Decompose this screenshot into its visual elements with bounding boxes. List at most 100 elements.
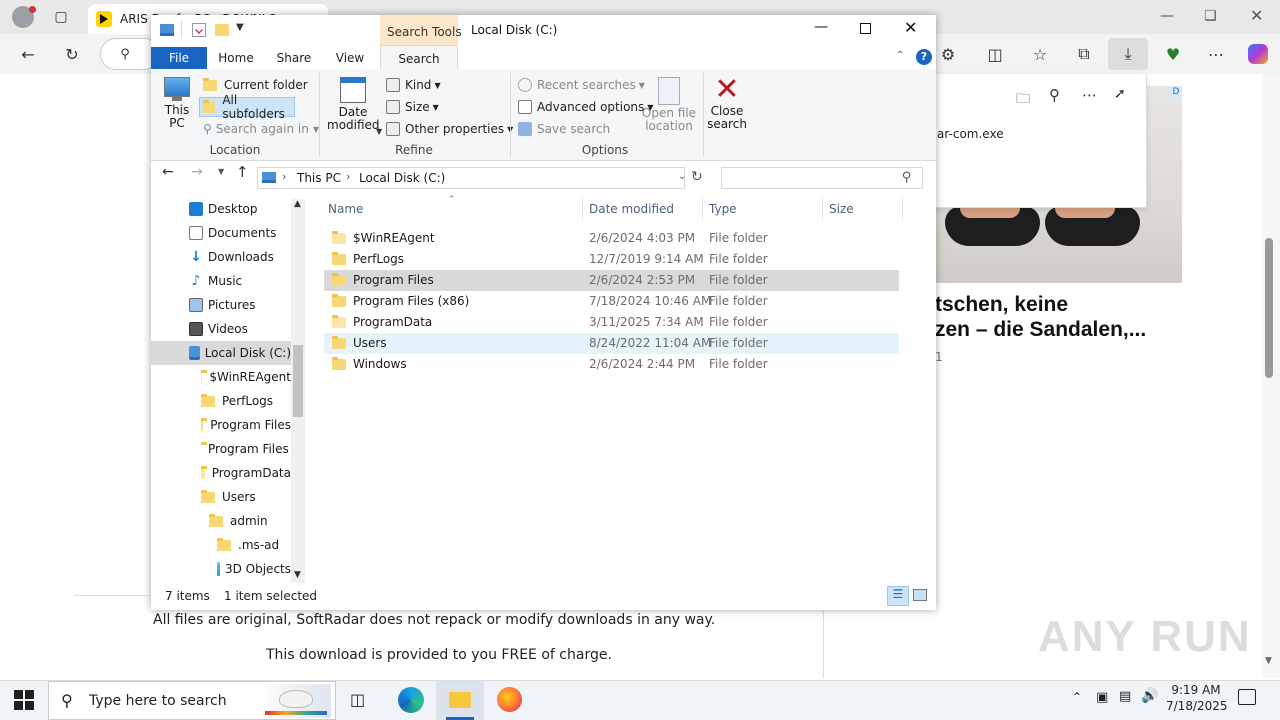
- breadcrumb-local-disk[interactable]: Local Disk (C:): [359, 171, 445, 185]
- task-view-icon[interactable]: ◫: [350, 690, 365, 709]
- search-again-in-button[interactable]: ⚲ Search again in ▼: [203, 119, 319, 139]
- new-folder-qat-icon[interactable]: [215, 24, 229, 36]
- network-icon[interactable]: ▤: [1119, 689, 1131, 704]
- nav-item-ms-ad[interactable]: .ms-ad: [217, 533, 291, 557]
- nav-item-documents[interactable]: Documents: [189, 221, 276, 245]
- refresh-address-icon[interactable]: ↻: [691, 169, 703, 185]
- nav-item-program-files[interactable]: Program Files: [201, 413, 291, 437]
- nav-item-users[interactable]: Users: [201, 485, 291, 509]
- more-menu-icon[interactable]: ⋯: [1205, 43, 1227, 65]
- nav-item-winreagent[interactable]: $WinREAgent: [201, 365, 291, 389]
- download-filename[interactable]: ar-com.exe: [937, 127, 1004, 141]
- forward-arrow-icon[interactable]: →: [191, 164, 203, 180]
- nav-item-pictures[interactable]: Pictures: [189, 293, 256, 317]
- nav-item-videos[interactable]: Videos: [189, 317, 248, 341]
- clock[interactable]: 9:19 AM 7/18/2025: [1166, 683, 1228, 713]
- firefox-taskbar-icon[interactable]: [497, 687, 522, 712]
- nav-item-music[interactable]: ♪ Music: [189, 269, 243, 293]
- details-view-icon[interactable]: ☰: [887, 586, 909, 606]
- browser-essentials-icon[interactable]: ♥: [1162, 43, 1184, 65]
- nav-item-desktop[interactable]: Desktop: [189, 197, 258, 221]
- size-button[interactable]: Size ▼: [386, 97, 439, 117]
- notifications-icon[interactable]: [1238, 689, 1256, 705]
- tab-search[interactable]: Search: [380, 45, 458, 69]
- open-folder-icon[interactable]: 🗀: [1016, 88, 1030, 112]
- nav-scroll-up-icon[interactable]: ▲: [294, 199, 301, 209]
- browser-close-icon[interactable]: ✕: [1250, 6, 1263, 25]
- date-modified-button[interactable]: Date modified: [325, 73, 381, 137]
- nav-item-program-files-x86[interactable]: Program Files (x86): [201, 437, 291, 461]
- open-file-location-button[interactable]: Open file location: [638, 73, 700, 137]
- file-row[interactable]: $WinREAgent 2/6/2024 4:03 PM File folder: [324, 228, 899, 249]
- search-downloads-icon[interactable]: ⚲: [1049, 86, 1060, 104]
- browser-restore-icon[interactable]: ❏: [1204, 8, 1217, 24]
- start-button[interactable]: [14, 690, 34, 710]
- refresh-icon[interactable]: ↻: [61, 43, 83, 65]
- file-row[interactable]: Program Files (x86) 7/18/2024 10:46 AM F…: [324, 291, 899, 312]
- article-headline-line2[interactable]: zen – die Sandalen,...: [935, 318, 1146, 342]
- back-arrow-icon[interactable]: ←: [162, 164, 174, 180]
- advanced-options-button[interactable]: Advanced options ▼: [518, 97, 653, 117]
- pin-icon[interactable]: ➚: [1114, 86, 1126, 102]
- tab-actions-icon[interactable]: ▢: [50, 6, 72, 28]
- column-size[interactable]: Size: [829, 202, 854, 216]
- file-row[interactable]: Windows 2/6/2024 2:44 PM File folder: [324, 354, 899, 375]
- help-icon[interactable]: ?: [916, 49, 932, 65]
- collapse-ribbon-icon[interactable]: ⌃: [896, 50, 904, 61]
- tab-file[interactable]: File: [151, 47, 207, 69]
- recent-locations-icon[interactable]: ▼: [218, 167, 224, 176]
- breadcrumb-this-pc[interactable]: This PC: [297, 171, 341, 185]
- nav-item-downloads[interactable]: ↓ Downloads: [189, 245, 274, 269]
- qat-dropdown-icon[interactable]: ▼: [236, 22, 244, 33]
- close-window-icon[interactable]: ✕: [904, 18, 917, 37]
- close-search-button[interactable]: ✕ Close search: [705, 73, 749, 137]
- browser-minimize-icon[interactable]: —: [1160, 8, 1174, 24]
- nav-item-local-disk[interactable]: Local Disk (C:): [151, 341, 291, 365]
- recent-searches-button[interactable]: Recent searches ▼: [518, 75, 645, 95]
- nav-item-3d-objects[interactable]: 3D Objects: [217, 557, 291, 581]
- other-properties-button[interactable]: Other properties▼: [386, 119, 513, 139]
- nav-scroll-down-icon[interactable]: ▼: [294, 570, 301, 580]
- taskbar-search[interactable]: ⚲ Type here to search: [48, 681, 336, 720]
- file-row-selected[interactable]: Users 8/24/2022 11:04 AM File folder: [324, 333, 899, 354]
- up-arrow-icon[interactable]: ↑: [236, 163, 249, 181]
- nav-item-admin[interactable]: admin: [209, 509, 291, 533]
- volume-icon[interactable]: 🔊: [1141, 688, 1158, 704]
- collections-icon[interactable]: ⧉: [1073, 43, 1095, 65]
- all-subfolders-button[interactable]: All subfolders: [199, 93, 295, 121]
- large-icons-view-icon[interactable]: [913, 589, 927, 601]
- scrollbar-thumb[interactable]: [1265, 238, 1273, 378]
- search-input[interactable]: ⚲: [721, 167, 923, 189]
- favorites-icon[interactable]: ☆: [1029, 43, 1051, 65]
- current-folder-button[interactable]: Current folder: [203, 75, 308, 95]
- extensions-icon[interactable]: ⚙: [937, 43, 959, 65]
- file-row[interactable]: ProgramData 3/11/2025 7:34 AM File folde…: [324, 312, 899, 333]
- copilot-icon[interactable]: [1248, 44, 1268, 64]
- minimize-icon[interactable]: —: [814, 19, 828, 35]
- column-type[interactable]: Type: [709, 202, 737, 216]
- nav-item-perflogs[interactable]: PerfLogs: [201, 389, 291, 413]
- address-box[interactable]: › This PC › Local Disk (C:) ⌄: [257, 167, 686, 189]
- properties-qat-icon[interactable]: [192, 23, 206, 37]
- nav-item-programdata[interactable]: ProgramData: [201, 461, 291, 485]
- nav-scroll-thumb[interactable]: [293, 345, 303, 417]
- scroll-down-icon[interactable]: ▼: [1265, 656, 1272, 666]
- edge-taskbar-icon[interactable]: [398, 687, 424, 713]
- tab-home[interactable]: Home: [213, 47, 259, 69]
- ad-choices-badge[interactable]: D: [1170, 86, 1182, 98]
- kind-button[interactable]: Kind ▼: [386, 75, 441, 95]
- this-pc-button[interactable]: This PC: [157, 73, 197, 137]
- security-icon[interactable]: ▣: [1096, 690, 1108, 705]
- explorer-taskbar-button[interactable]: [436, 681, 484, 720]
- back-icon[interactable]: ←: [17, 43, 39, 65]
- column-date-modified[interactable]: Date modified: [589, 202, 674, 216]
- column-name[interactable]: Name: [328, 202, 363, 216]
- maximize-icon[interactable]: [860, 23, 871, 34]
- article-headline-line1[interactable]: tschen, keine: [935, 293, 1068, 317]
- save-search-button[interactable]: Save search: [518, 119, 610, 139]
- file-row[interactable]: PerfLogs 12/7/2019 9:14 AM File folder: [324, 249, 899, 270]
- more-options-icon[interactable]: ⋯: [1082, 86, 1097, 104]
- file-row-hovered[interactable]: Program Files 2/6/2024 2:53 PM File fold…: [324, 270, 899, 291]
- tab-view[interactable]: View: [327, 47, 373, 69]
- show-hidden-icons[interactable]: ⌃: [1072, 690, 1082, 704]
